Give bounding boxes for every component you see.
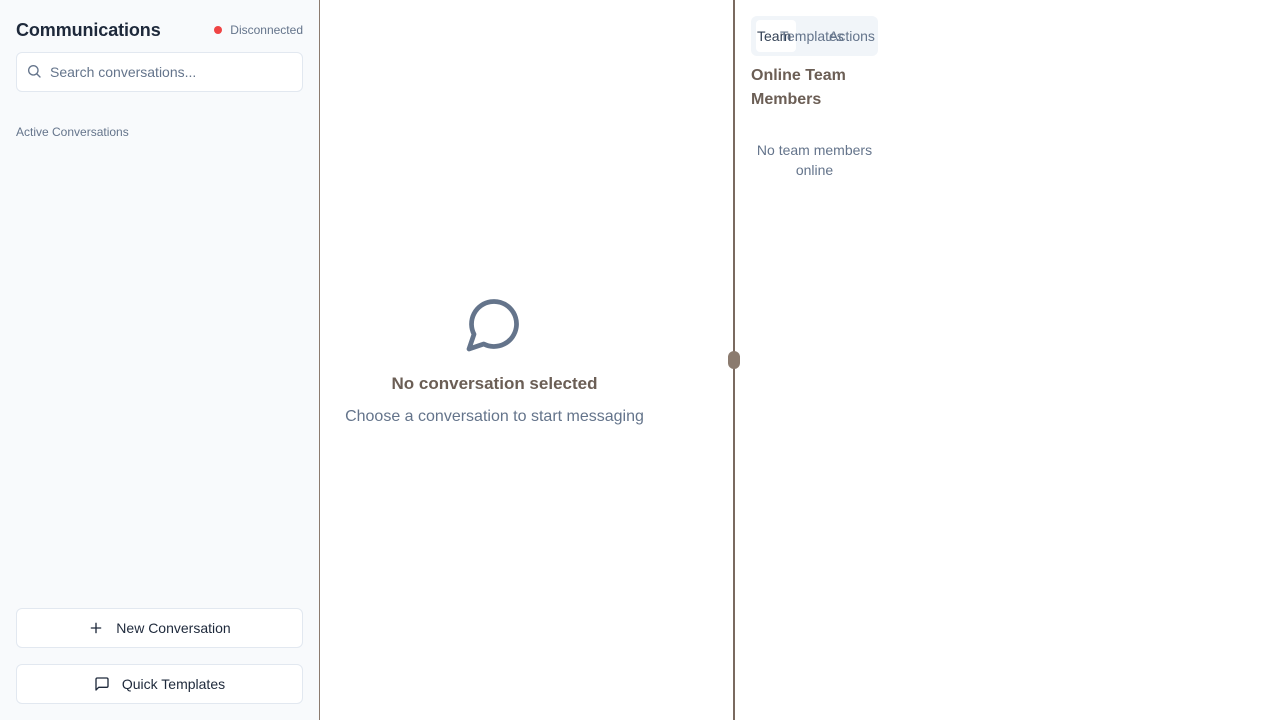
no-team-members-text: No team members online: [756, 142, 873, 178]
sidebar-header: Communications Disconnected: [16, 18, 303, 42]
new-conversation-button[interactable]: New Conversation: [16, 608, 303, 648]
quick-templates-label: Quick Templates: [121, 676, 226, 692]
sidebar-title: Communications: [16, 19, 161, 40]
online-team-members-title: Online Team Members: [751, 67, 846, 108]
plus-icon: [88, 620, 104, 636]
quick-templates-button[interactable]: Quick Templates: [16, 664, 303, 704]
search-box[interactable]: [16, 52, 303, 92]
tab-actions[interactable]: Actions: [829, 20, 875, 52]
search-icon: [26, 63, 42, 79]
message-square-icon: [94, 676, 110, 692]
empty-state-title: No conversation selected: [391, 374, 598, 393]
search-input[interactable]: [50, 64, 280, 80]
conversation-panel: [320, 0, 733, 720]
resize-handle[interactable]: [728, 351, 740, 369]
right-panel-tabs: Team Templates Actions: [751, 16, 878, 56]
empty-state-subtitle: Choose a conversation to start messaging: [345, 408, 644, 425]
connection-status: Disconnected: [214, 23, 303, 37]
status-label: Disconnected: [230, 23, 303, 37]
sidebar: Communications Disconnected Active Conve…: [0, 0, 320, 720]
status-dot-icon: [214, 26, 223, 34]
new-conversation-label: New Conversation: [116, 620, 231, 636]
message-circle-icon: [463, 294, 525, 354]
active-conversations-label: Active Conversations: [16, 125, 129, 139]
